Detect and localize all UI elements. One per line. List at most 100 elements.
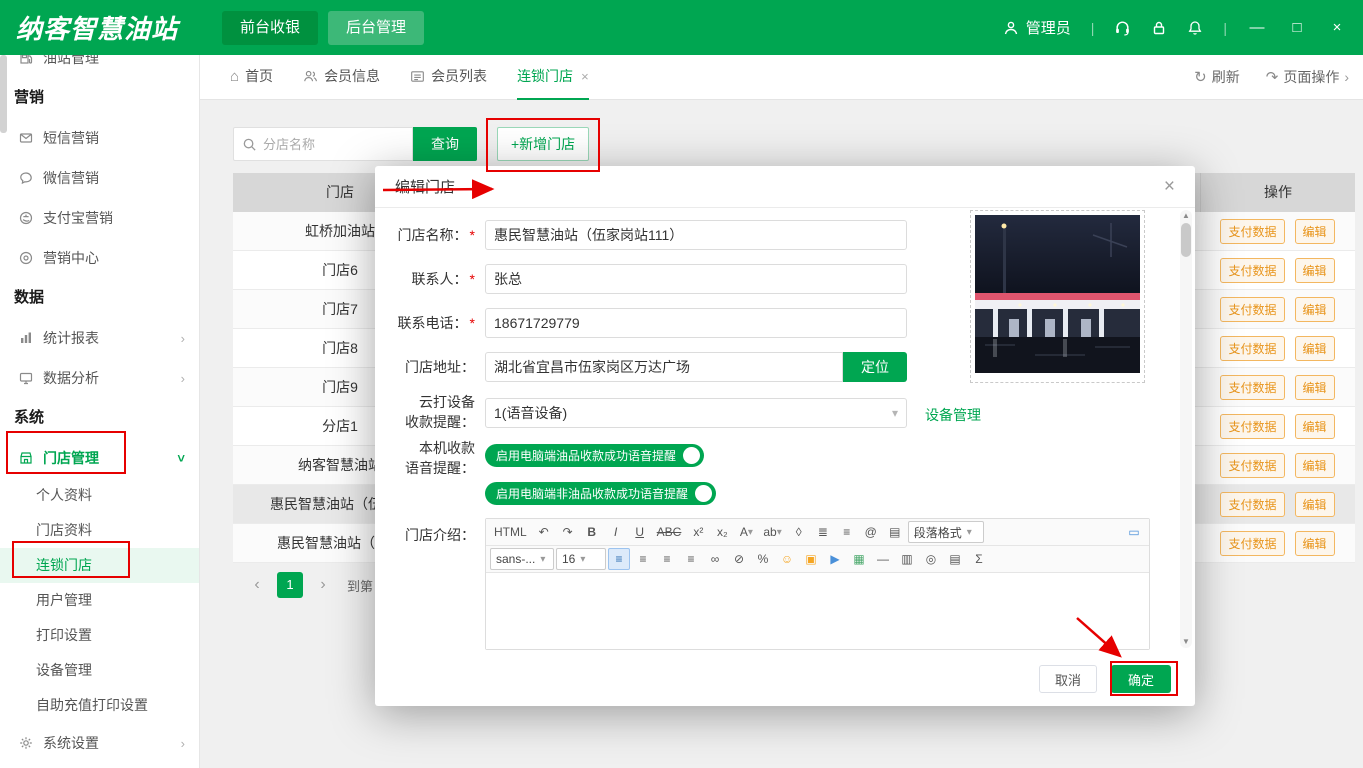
sidebar-item-marketing-center[interactable]: 营销中心	[0, 238, 199, 278]
unlink-icon[interactable]: ⊘	[728, 548, 750, 570]
confirm-button[interactable]: 确定	[1111, 665, 1171, 693]
sidebar-item-print-settings[interactable]: 打印设置	[0, 618, 199, 653]
font-family-select[interactable]: sans-...▾	[490, 548, 554, 570]
minimize-button[interactable]: —	[1247, 19, 1267, 36]
video-icon[interactable]: ▶	[824, 548, 846, 570]
sidebar-item-alipay-marketing[interactable]: 支付宝营销	[0, 198, 199, 238]
ordered-list-icon[interactable]: ≣	[812, 521, 834, 543]
tab-front-cashier[interactable]: 前台收银	[222, 11, 318, 45]
pay-data-button[interactable]: 支付数据	[1220, 258, 1284, 283]
sidebar-item-self-recharge-print[interactable]: 自助充值打印设置	[0, 688, 199, 723]
sidebar-item-device-management[interactable]: 设备管理	[0, 653, 199, 688]
scroll-down-icon[interactable]: ▼	[1180, 636, 1192, 648]
sidebar-scrollbar[interactable]	[0, 55, 7, 133]
next-page-button[interactable]: ›	[312, 576, 334, 594]
sidebar-item-system-settings[interactable]: 系统设置›	[0, 723, 199, 763]
cloud-device-select[interactable]: 1(语音设备) ▾	[485, 398, 907, 428]
store-name-input[interactable]	[485, 220, 907, 250]
modal-scrollbar[interactable]: ▲ ▼	[1180, 210, 1192, 648]
sidebar-item-chain-stores[interactable]: 连锁门店	[0, 548, 199, 583]
sidebar-item-sms-marketing[interactable]: 短信营销	[0, 118, 199, 158]
cancel-button[interactable]: 取消	[1039, 665, 1097, 693]
image-icon[interactable]: ▣	[800, 548, 822, 570]
edit-button[interactable]: 编辑	[1295, 336, 1335, 361]
edit-button[interactable]: 编辑	[1295, 492, 1335, 517]
pay-data-button[interactable]: 支付数据	[1220, 219, 1284, 244]
strikethrough-icon[interactable]: ABC	[653, 521, 686, 543]
close-tab-icon[interactable]: ×	[581, 55, 589, 98]
paragraph-format-select[interactable]: 段落格式▾	[908, 521, 984, 543]
preview-icon[interactable]: ◎	[920, 548, 942, 570]
sidebar-item-store-management[interactable]: 门店管理˅	[0, 438, 199, 478]
bell-icon[interactable]	[1187, 20, 1203, 36]
sidebar-item-statistic-reports[interactable]: 统计报表›	[0, 318, 199, 358]
user-menu[interactable]: 管理员	[1003, 17, 1071, 38]
align-left-icon[interactable]: ≡	[608, 548, 630, 570]
unordered-list-icon[interactable]: ≡	[836, 521, 858, 543]
font-color-icon[interactable]: A▾	[735, 521, 757, 543]
pay-data-button[interactable]: 支付数据	[1220, 492, 1284, 517]
tab-member-list[interactable]: 会员列表	[410, 55, 487, 100]
paste-icon[interactable]: ▤	[944, 548, 966, 570]
branch-search-input[interactable]	[263, 137, 404, 152]
link-icon[interactable]: ∞	[704, 548, 726, 570]
sidebar-item-personal-profile[interactable]: 个人资料	[0, 478, 199, 513]
html-source-icon[interactable]: HTML	[490, 521, 531, 543]
edit-button[interactable]: 编辑	[1295, 219, 1335, 244]
sidebar-item-store-profile[interactable]: 门店资料	[0, 513, 199, 548]
tab-backend-admin[interactable]: 后台管理	[328, 11, 424, 45]
editor-content[interactable]	[486, 573, 1149, 649]
font-size-select[interactable]: 16▾	[556, 548, 606, 570]
fullscreen-icon[interactable]: ▭	[1123, 521, 1145, 543]
fuel-voice-toggle[interactable]: 启用电脑端油品收款成功语音提醒	[485, 444, 704, 467]
maximize-button[interactable]: □	[1287, 19, 1307, 36]
emoji-icon[interactable]: ☺	[776, 548, 798, 570]
horizontal-rule-icon[interactable]: —	[872, 548, 894, 570]
scrollbar-thumb[interactable]	[1181, 223, 1191, 257]
map-icon[interactable]: ▦	[848, 548, 870, 570]
edit-button[interactable]: 编辑	[1295, 258, 1335, 283]
phone-input[interactable]	[485, 308, 907, 338]
nonfuel-voice-toggle[interactable]: 启用电脑端非油品收款成功语音提醒	[485, 482, 716, 505]
scroll-up-icon[interactable]: ▲	[1180, 210, 1192, 222]
sidebar-item-user-management[interactable]: 用户管理	[0, 583, 199, 618]
tab-member-info[interactable]: 会员信息	[303, 55, 380, 100]
close-button[interactable]: ×	[1327, 19, 1347, 36]
pay-data-button[interactable]: 支付数据	[1220, 375, 1284, 400]
redo-icon[interactable]: ↷	[557, 521, 579, 543]
refresh-button[interactable]: ↻ 刷新	[1194, 67, 1240, 87]
align-center-icon[interactable]: ≡	[632, 548, 654, 570]
print-icon[interactable]: ▥	[896, 548, 918, 570]
subscript-icon[interactable]: x₂	[711, 521, 733, 543]
highlight-color-icon[interactable]: ab▾	[759, 521, 785, 543]
pay-data-button[interactable]: 支付数据	[1220, 297, 1284, 322]
sidebar-item-wechat-marketing[interactable]: 微信营销	[0, 158, 199, 198]
contact-input[interactable]	[485, 264, 907, 294]
align-justify-icon[interactable]: ≡	[680, 548, 702, 570]
edit-button[interactable]: 编辑	[1295, 414, 1335, 439]
tab-chain-stores[interactable]: 连锁门店 ×	[517, 55, 589, 100]
underline-icon[interactable]: U	[629, 521, 651, 543]
anchor-icon[interactable]: @	[860, 521, 882, 543]
page-icon[interactable]: ▤	[884, 521, 906, 543]
superscript-icon[interactable]: x²	[687, 521, 709, 543]
current-page-button[interactable]: 1	[277, 572, 303, 598]
edit-button[interactable]: 编辑	[1295, 297, 1335, 322]
pay-data-button[interactable]: 支付数据	[1220, 531, 1284, 556]
lock-icon[interactable]	[1151, 20, 1167, 36]
edit-button[interactable]: 编辑	[1295, 453, 1335, 478]
add-store-button[interactable]: +新增门店	[497, 127, 589, 161]
tab-home[interactable]: ⌂ 首页	[230, 55, 273, 100]
query-button[interactable]: 查询	[413, 127, 477, 161]
pay-data-button[interactable]: 支付数据	[1220, 336, 1284, 361]
bold-icon[interactable]: B	[581, 521, 603, 543]
image-link-icon[interactable]: %	[752, 548, 774, 570]
pay-data-button[interactable]: 支付数据	[1220, 453, 1284, 478]
close-icon[interactable]: ×	[1164, 176, 1175, 198]
edit-button[interactable]: 编辑	[1295, 531, 1335, 556]
italic-icon[interactable]: I	[605, 521, 627, 543]
prev-page-button[interactable]: ‹	[246, 576, 268, 594]
support-icon[interactable]	[1114, 19, 1131, 36]
sidebar-item-data-analysis[interactable]: 数据分析›	[0, 358, 199, 398]
sidebar-item-station-management[interactable]: 油站管理	[0, 55, 199, 78]
